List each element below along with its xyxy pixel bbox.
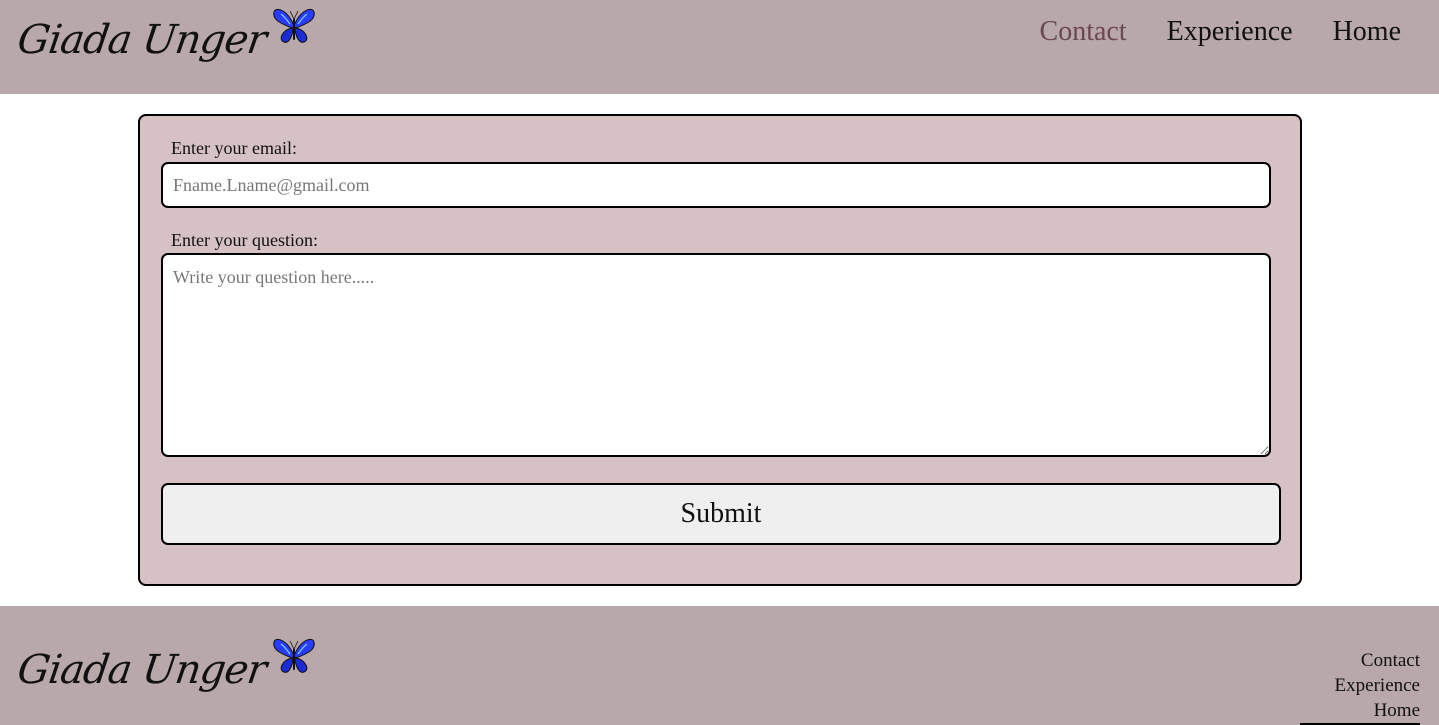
question-field[interactable] [161,253,1271,457]
email-field[interactable] [161,162,1271,208]
site-header: Giada Unger Contact Experience Home [0,0,1439,94]
nav-contact[interactable]: Contact [1040,16,1127,48]
footer-logo-text: Giada Unger [14,647,269,693]
header-logo[interactable]: Giada Unger [14,6,316,63]
nav-home[interactable]: Home [1333,16,1401,48]
contact-form: Enter your email: Enter your question: S… [138,114,1302,586]
question-label: Enter your question: [171,230,318,250]
footer-link-contact[interactable]: Contact [1361,648,1420,673]
nav-experience[interactable]: Experience [1167,16,1293,48]
footer-nav: Contact Experience Home [1300,648,1420,725]
site-footer: Giada Unger Contact Experience Home [0,606,1439,725]
main-nav: Contact Experience Home [1040,16,1401,48]
email-label: Enter your email: [171,138,297,158]
footer-link-experience[interactable]: Experience [1335,673,1420,698]
submit-button[interactable]: Submit [161,483,1281,545]
footer-logo[interactable]: Giada Unger [14,636,316,693]
logo-text: Giada Unger [14,17,269,63]
butterfly-icon [272,638,315,673]
footer-link-home[interactable]: Home [1374,698,1420,723]
butterfly-icon [272,8,315,43]
